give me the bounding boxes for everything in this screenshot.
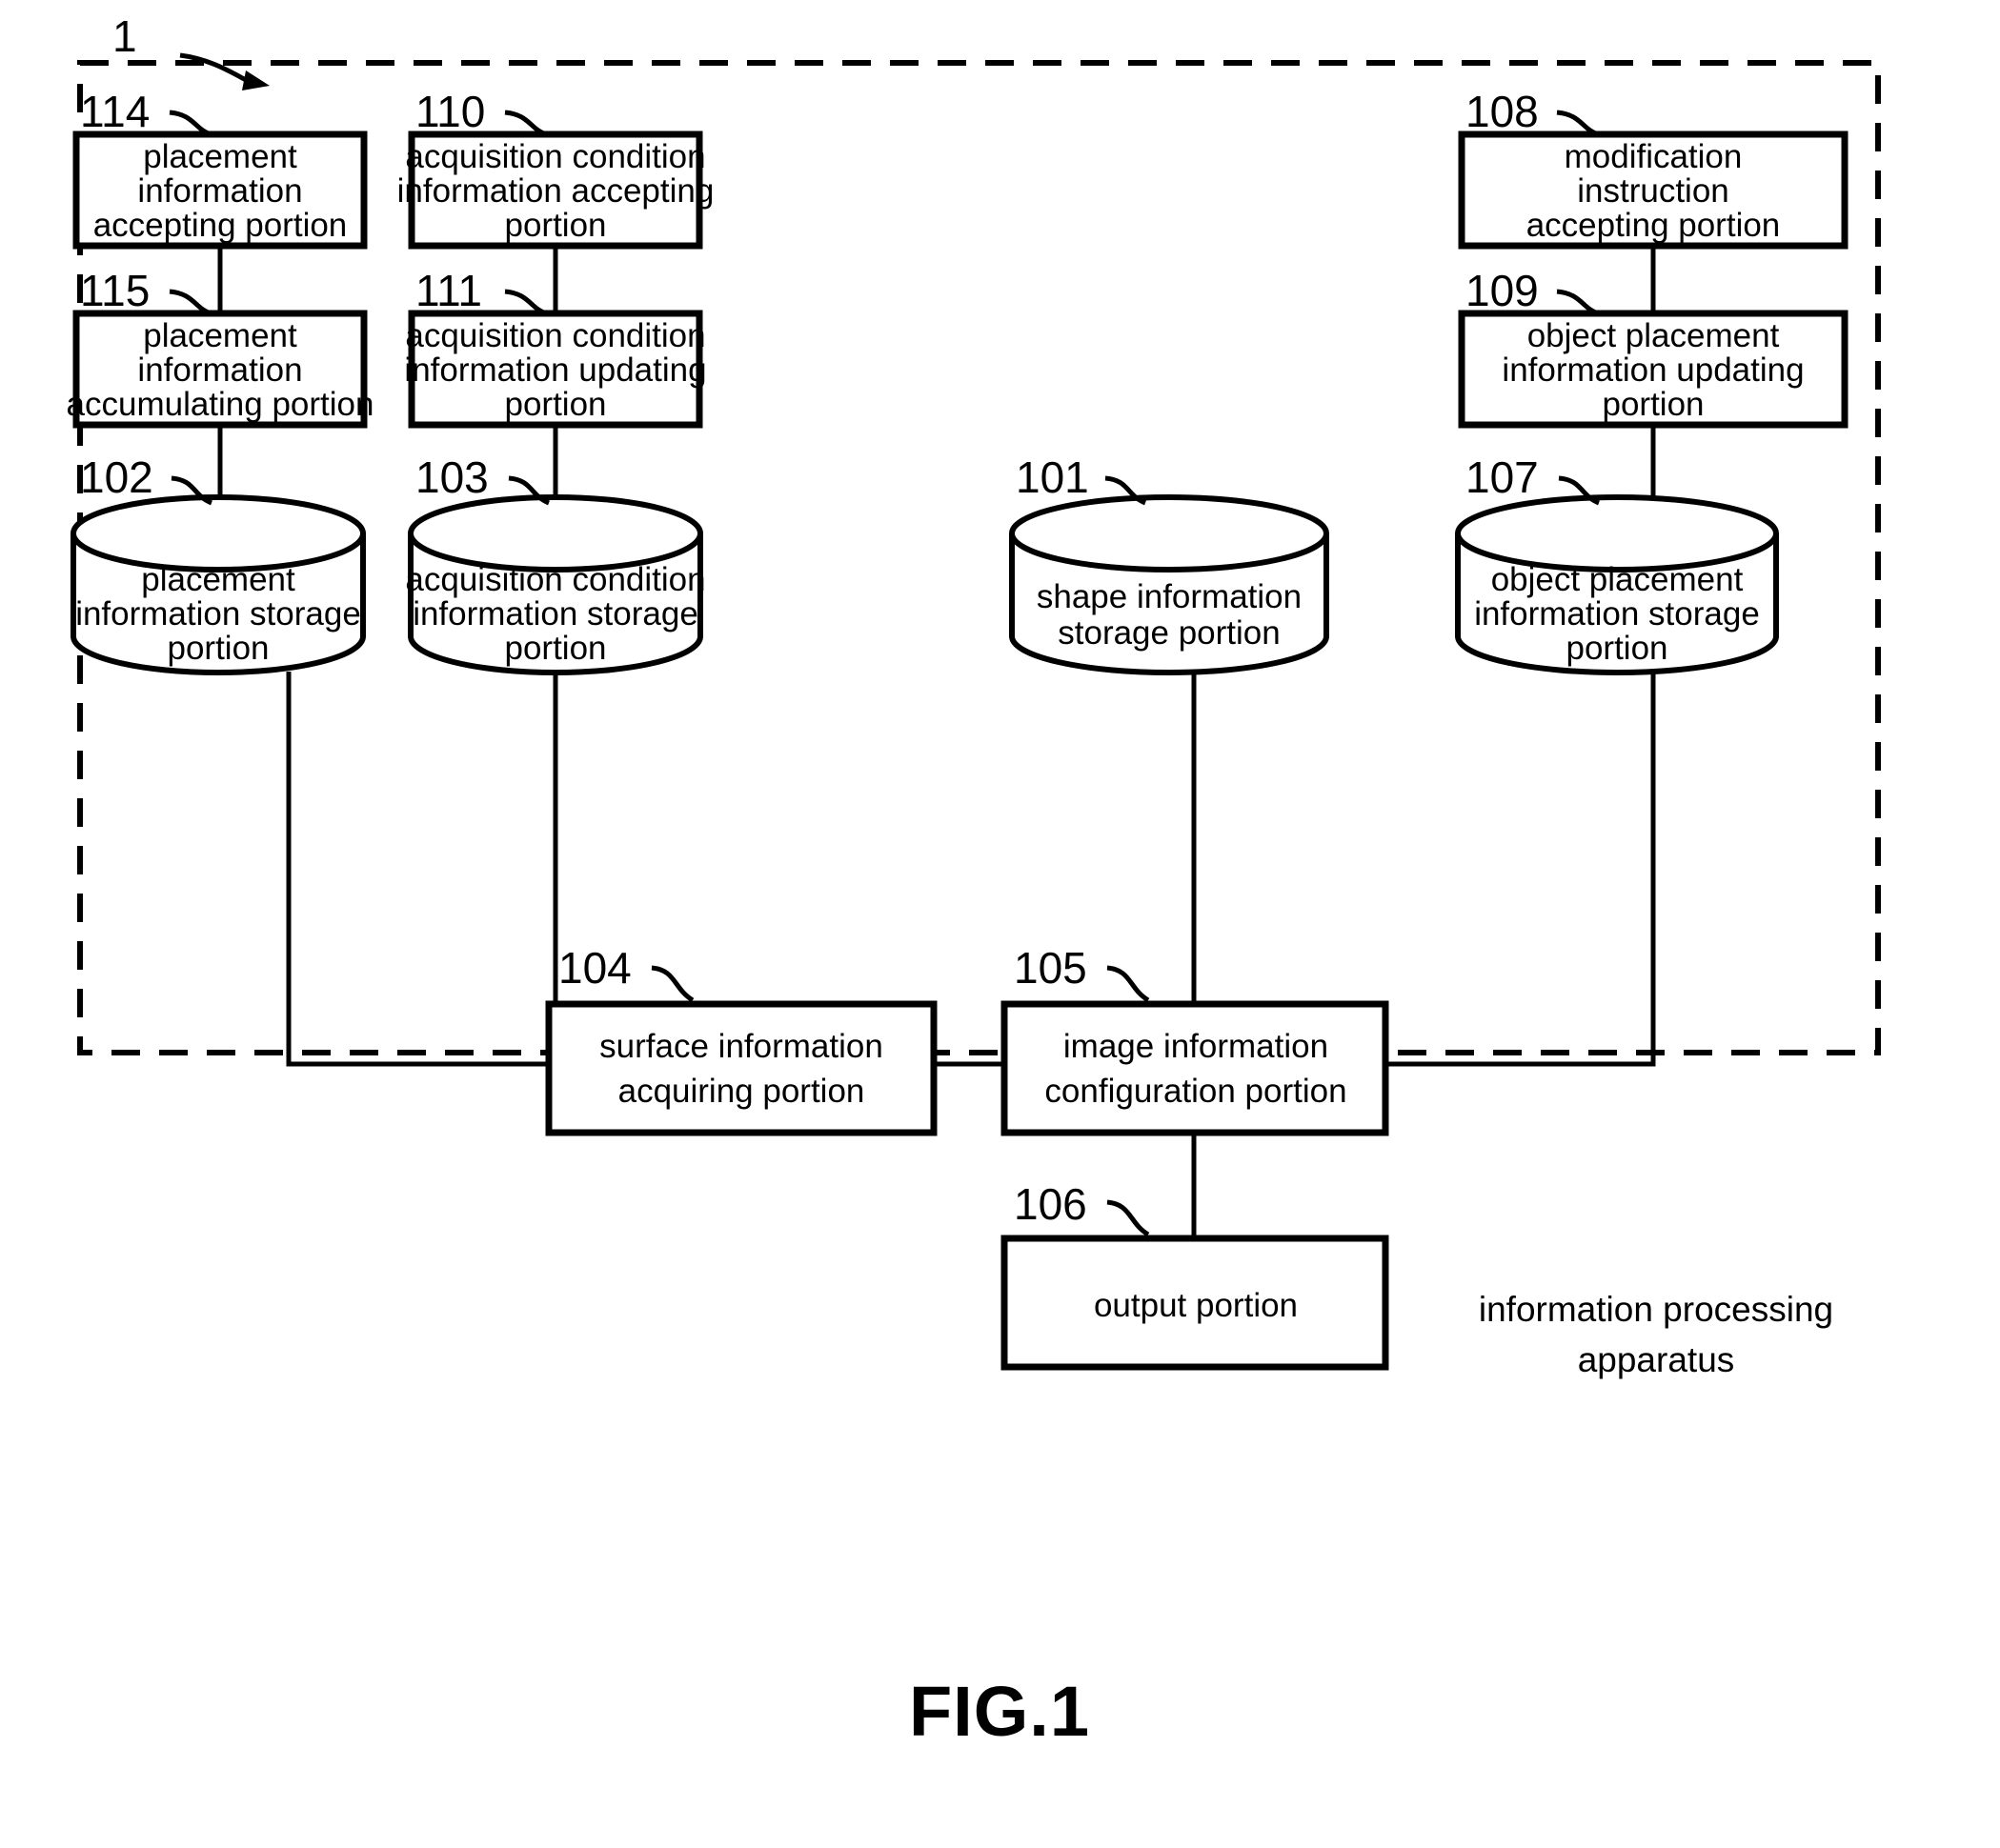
box-105-label-line2: configuration portion: [1044, 1073, 1346, 1110]
box-114-label-line1: placement: [143, 138, 297, 175]
system-ref-arrowhead: [242, 70, 270, 90]
box-111-label-line3: portion: [504, 386, 606, 423]
ref-104-leader-line: [651, 965, 695, 1003]
connector-102-to-104: [286, 672, 549, 1067]
system-ref-number: 1: [112, 11, 137, 61]
box-105-label-line1: image information: [1063, 1028, 1328, 1065]
ref-number-106: 106: [1014, 1179, 1087, 1229]
box-108-label-line1: modification: [1565, 138, 1743, 175]
box-114-label-line3: accepting portion: [93, 207, 348, 244]
ref-number-105: 105: [1014, 943, 1087, 993]
box-111-label-line2: information updating: [404, 352, 706, 389]
apparatus-label-line2: apparatus: [1578, 1340, 1735, 1379]
figure-caption: FIG.1: [909, 1672, 1090, 1751]
apparatus-label-line1: information processing: [1479, 1290, 1833, 1329]
box-104-label-line1: surface information: [599, 1028, 883, 1065]
box-108-label-line3: accepting portion: [1526, 207, 1781, 244]
connector-107-to-105: [1385, 672, 1656, 1067]
figure-page: 1 114 placement information accepting po…: [0, 0, 2000, 1848]
ref-106-leader-line: [1106, 1199, 1150, 1237]
cyl-101-label-line1: shape information: [1037, 578, 1302, 615]
cyl-103-label-line3: portion: [504, 630, 606, 667]
patent-figure-diagram: 1 114 placement information accepting po…: [67, 11, 1881, 1751]
ref-number-109: 109: [1465, 266, 1539, 315]
box-104-label-line2: acquiring portion: [618, 1073, 865, 1110]
box-108-label-line2: instruction: [1577, 172, 1729, 210]
cyl-107-label-line3: portion: [1566, 630, 1667, 667]
cyl-102-label-line1: placement: [141, 561, 295, 598]
ref-number-115: 115: [80, 266, 150, 315]
ref-number-101: 101: [1016, 452, 1089, 502]
box-106-label-line1: output portion: [1094, 1287, 1298, 1324]
system-ref-leader-line: [179, 52, 252, 85]
ref-105-leader-line: [1106, 965, 1150, 1003]
cyl-107-label-line1: object placement: [1491, 561, 1744, 598]
ref-number-103: 103: [415, 452, 489, 502]
box-109-label-line1: object placement: [1527, 317, 1780, 354]
box-115-label-line1: placement: [143, 317, 297, 354]
box-114-label-line2: information: [137, 172, 302, 210]
box-110-label-line3: portion: [504, 207, 606, 244]
ref-number-104: 104: [558, 943, 632, 993]
box-109-label-line2: information updating: [1502, 352, 1804, 389]
ref-number-111: 111: [415, 266, 482, 315]
cyl-107-label-line2: information storage: [1474, 595, 1760, 633]
ref-number-107: 107: [1465, 452, 1539, 502]
cyl-102-label-line3: portion: [167, 630, 269, 667]
cyl-102-label-line2: information storage: [75, 595, 361, 633]
ref-number-110: 110: [415, 87, 485, 136]
cyl-103-label-line2: information storage: [413, 595, 698, 633]
box-111-label-line1: acquisition condition: [405, 317, 705, 354]
cyl-103-label-line1: acquisition condition: [405, 561, 705, 598]
ref-number-108: 108: [1465, 87, 1539, 136]
box-104-fill: [549, 1004, 934, 1133]
box-110-label-line2: information accepting: [397, 172, 715, 210]
ref-number-102: 102: [80, 452, 153, 502]
ref-number-114: 114: [80, 87, 150, 136]
box-105-fill: [1004, 1004, 1385, 1133]
cyl-101-label-line2: storage portion: [1058, 614, 1280, 652]
box-115-label-line3: accumulating portion: [67, 386, 374, 423]
box-115-label-line2: information: [137, 352, 302, 389]
box-110-label-line1: acquisition condition: [405, 138, 705, 175]
box-109-label-line3: portion: [1602, 386, 1704, 423]
